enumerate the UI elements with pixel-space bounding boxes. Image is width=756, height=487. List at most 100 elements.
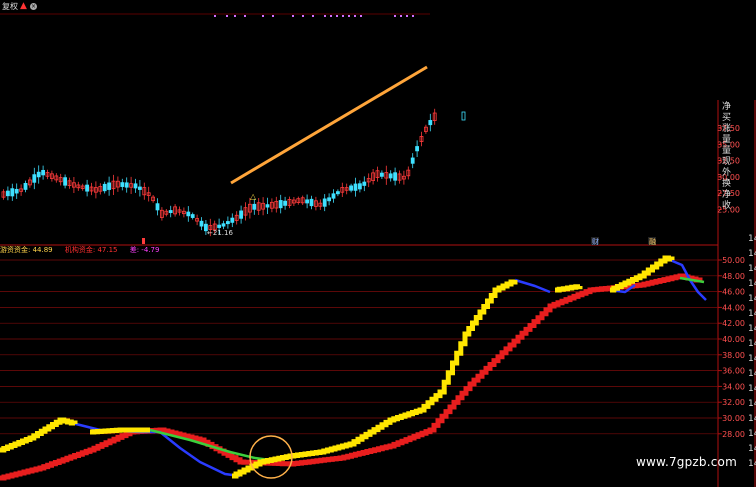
quote-field-value: 14 <box>748 369 756 379</box>
quote-field-value: 14 <box>748 384 756 394</box>
triangle-signal-icon: △ <box>250 192 257 201</box>
candle-body <box>331 193 336 199</box>
quote-field-value: 14 <box>748 234 756 244</box>
indicator-tick-label: 46.00 <box>722 288 745 297</box>
quote-field-value: 14 <box>748 264 756 274</box>
retail-funds-line-green <box>149 428 271 462</box>
candle-body <box>322 198 327 207</box>
candle-body <box>63 177 67 186</box>
candle-body <box>415 146 420 152</box>
candle-body <box>410 157 415 164</box>
signal-dot <box>394 15 396 17</box>
retail-funds-line-yellow <box>0 417 78 453</box>
legend-institution-funds: 机构资金: 47.15 <box>64 246 118 254</box>
signal-dot <box>330 15 332 17</box>
indicator-axis: 50.00 48.00 46.00 44.00 42.00 40.00 38.00 36.00… <box>718 256 745 439</box>
candle-body <box>252 203 257 210</box>
quote-field-label: 收 <box>722 201 732 211</box>
signal-dot <box>400 15 402 17</box>
candle-body <box>32 174 37 183</box>
indicator-tick-label: 34.00 <box>722 382 745 391</box>
candle-body <box>349 185 354 191</box>
candle-body <box>379 172 384 177</box>
signal-dot <box>324 15 326 17</box>
signal-dot <box>354 15 356 17</box>
quote-field-value: 14 <box>748 324 756 334</box>
candle-body <box>23 182 28 190</box>
trend-line <box>230 65 428 185</box>
signal-dot <box>262 15 264 17</box>
indicator-tick-label: 42.00 <box>722 319 745 328</box>
candle-body <box>6 190 10 197</box>
quote-field-value: 14 <box>748 249 756 259</box>
quote-field-value: 14 <box>748 429 756 439</box>
candle-body <box>362 181 367 186</box>
candle-body <box>230 217 235 223</box>
signal-dot <box>312 15 314 17</box>
candle-body <box>265 204 270 208</box>
signal-dot <box>412 15 414 17</box>
candle-body <box>239 210 244 219</box>
candle-body <box>186 211 191 217</box>
candle-body <box>393 172 398 181</box>
signal-dot <box>406 15 408 17</box>
candle-body <box>10 188 15 197</box>
institution-funds-line <box>0 273 703 481</box>
candle-body <box>199 220 204 227</box>
indicator-tick-label: 40.00 <box>722 335 745 344</box>
stock-chart-canvas[interactable]: 37.5035.0032.5030.0027.5025.00 50.0048.0… <box>0 0 756 487</box>
legend-difference: 差: -4.79 <box>129 246 160 254</box>
quote-field-value: 14 <box>748 399 756 409</box>
candle-body <box>217 224 222 228</box>
quote-field-value: 14 <box>748 279 756 289</box>
candle-body <box>168 210 173 214</box>
signal-dot <box>348 15 350 17</box>
signal-dot <box>226 15 228 17</box>
indicator-legend: 游资资金: 44.89 机构资金: 47.15 差: -4.79 <box>0 245 169 257</box>
indicator-tick-label: 32.00 <box>722 398 745 407</box>
retail-funds-line-yellow <box>555 284 583 293</box>
signal-markers <box>214 15 414 17</box>
quote-field-value: 14 <box>748 414 756 424</box>
signal-dot <box>342 15 344 17</box>
retail-funds-line-yellow <box>90 427 150 435</box>
indicator-tick-label: 50.00 <box>722 256 745 265</box>
candle-body <box>36 171 41 178</box>
quote-field-value: 14 <box>748 309 756 319</box>
signal-dot <box>292 15 294 17</box>
indicator-tick-label: 36.00 <box>722 367 745 376</box>
indicator-tick-label: 48.00 <box>722 272 745 281</box>
event-marker-label: 融 <box>649 237 656 246</box>
candlesticks <box>1 108 466 237</box>
quote-field-value: 14 <box>748 444 756 454</box>
legend-retail-funds: 游资资金: 44.89 <box>0 246 53 254</box>
indicator-tick-label: 38.00 <box>722 351 745 360</box>
indicator-tick-label: 28.00 <box>722 430 745 439</box>
candle-body <box>107 182 111 190</box>
retail-funds-line-blue <box>514 278 551 294</box>
signal-dot <box>272 15 274 17</box>
candle-body <box>14 188 19 194</box>
candle-body <box>388 173 393 179</box>
candle-body <box>278 200 283 209</box>
site-watermark: www.7gpzb.com <box>636 455 737 469</box>
low-price-value: 21.16 <box>212 229 233 237</box>
candle-body <box>461 111 466 121</box>
candle-body <box>353 183 358 191</box>
low-price-label: ←21.16 <box>207 229 233 237</box>
candle-body <box>120 182 125 187</box>
indicator-tick-label: 30.00 <box>722 414 745 423</box>
candle-body <box>102 183 107 192</box>
candle-body <box>225 221 230 225</box>
signal-dot <box>360 15 362 17</box>
candle-body <box>283 200 288 206</box>
candle-body <box>305 199 310 204</box>
candle-body <box>85 184 89 192</box>
candle-body <box>190 214 195 218</box>
candle-body <box>155 203 160 211</box>
candle-body <box>124 182 129 188</box>
quote-field-value: 14 <box>748 294 756 304</box>
quote-side-panel-lower: 14 14 14 14 14 14 14 14 14 14 14 14 14 14 14 14 <box>748 232 756 472</box>
signal-dot <box>336 15 338 17</box>
signal-dot <box>244 15 246 17</box>
